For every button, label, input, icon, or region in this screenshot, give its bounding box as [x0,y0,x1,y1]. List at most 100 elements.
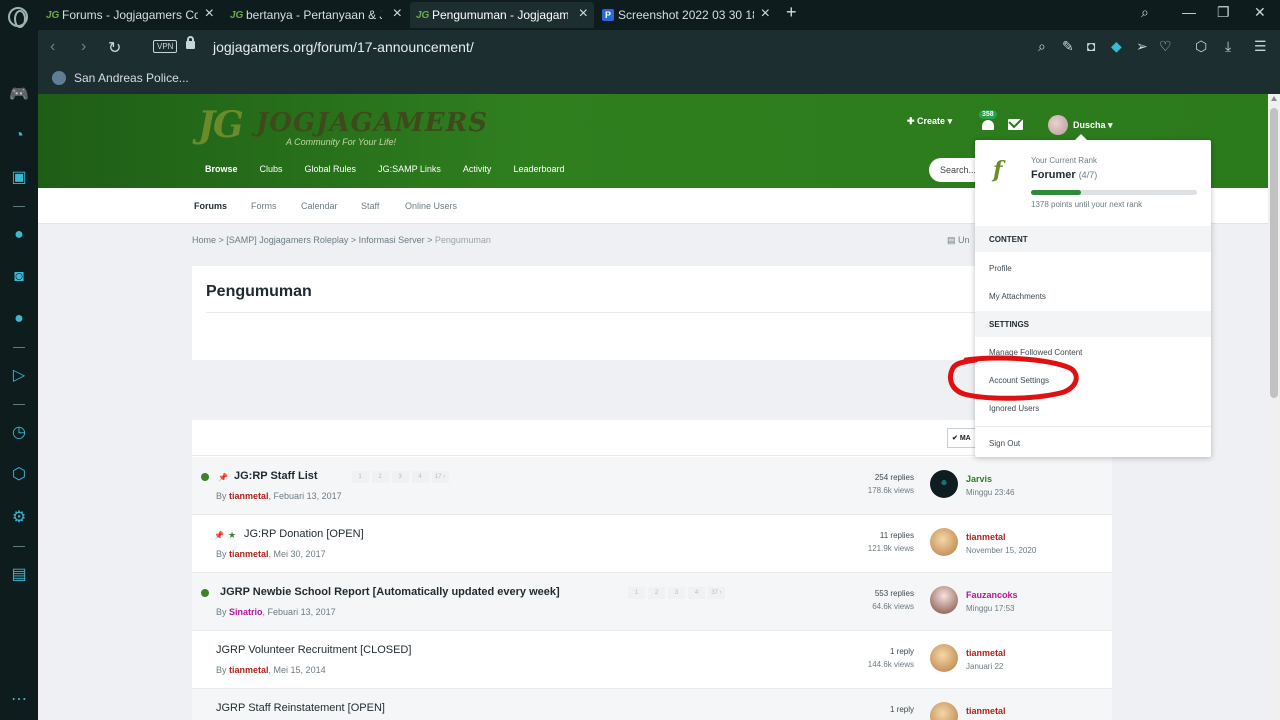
table-row[interactable]: JGRP Volunteer Recruitment [CLOSED] By ti… [192,631,1112,689]
table-row[interactable]: 📌 ★ JG:RP Donation [OPEN] By tianmetal, Mei… [192,515,1112,573]
tab-bertanya[interactable]: JG bertanya - Pertanyaan & Ja × [224,2,408,28]
last-poster-avatar[interactable] [930,470,958,498]
translate-icon[interactable]: ▤ [9,565,29,585]
page-link[interactable]: 1 [628,587,645,599]
topic-title[interactable]: JG:RP Staff List [234,470,318,482]
messages-envelope-icon[interactable] [1008,119,1023,130]
nav-browse[interactable]: Browse [194,156,249,186]
subnav-online-users[interactable]: Online Users [405,201,457,211]
page-link[interactable]: 2 [648,587,665,599]
menu-item-attachments[interactable]: My Attachments [989,292,1046,301]
subnav-calendar[interactable]: Calendar [301,201,338,211]
create-button[interactable]: ✚ Create ▾ [907,116,952,127]
table-row[interactable]: 📌 JG:RP Staff List By tianmetal, Febuari 1… [192,457,1112,515]
last-poster-name[interactable]: tianmetal [966,706,1006,716]
unread-link[interactable]: ▤ Un [947,235,970,246]
scrollbar-thumb[interactable] [1270,108,1278,398]
close-tab-icon[interactable]: × [393,5,402,23]
cube-icon[interactable]: ⬡ [1195,38,1207,55]
table-row[interactable]: JGRP Newbie School Report [Automatically… [192,573,1112,631]
back-icon[interactable]: ‹ [50,38,55,56]
subnav-staff[interactable]: Staff [361,201,379,211]
table-row[interactable]: JGRP Staff Reinstatement [OPEN] 1 reply ti… [192,689,1112,720]
topic-title[interactable]: JGRP Staff Reinstatement [OPEN] [216,702,385,714]
subnav-forums[interactable]: Forums [194,201,227,211]
user-avatar[interactable] [1048,115,1068,135]
extensions-cube-icon[interactable]: ⬡ [9,465,29,485]
topic-author[interactable]: tianmetal [229,491,269,501]
heart-icon[interactable]: ♡ [1159,38,1172,55]
mark-read-button[interactable]: ✔ MA [947,428,977,448]
download-icon[interactable]: ⤓ [1225,38,1231,55]
settings-gear-icon[interactable]: ⚙ [9,508,29,528]
last-poster-name[interactable]: tianmetal [966,532,1006,542]
page-link[interactable]: 3 [668,587,685,599]
player-icon[interactable]: ▷ [9,366,29,386]
nav-leaderboard[interactable]: Leaderboard [502,156,575,186]
history-icon[interactable]: ◷ [9,423,29,443]
last-poster-avatar[interactable] [930,528,958,556]
shopping-bag-icon[interactable]: ▣ [9,168,29,188]
url-field[interactable]: jogjagamers.org/forum/17-announcement/ [213,39,474,55]
search-tabs-icon[interactable]: ⌕ [1141,4,1149,21]
page-link[interactable]: 3 [391,471,409,483]
snapshot-icon[interactable]: ✎ [1062,38,1074,55]
last-poster-name[interactable]: tianmetal [966,648,1006,658]
nav-global-rules[interactable]: Global Rules [294,156,368,186]
send-icon[interactable]: ➢ [1136,38,1148,55]
shield-icon[interactable]: ◆ [1111,38,1122,55]
last-poster-avatar[interactable] [930,644,958,672]
opera-logo-icon[interactable] [8,7,28,28]
reload-icon[interactable]: ↻ [108,38,121,58]
page-link[interactable]: 4 [688,587,705,599]
topic-author[interactable]: tianmetal [229,665,269,675]
forward-icon[interactable]: › [81,38,86,56]
menu-item-ignored-users[interactable]: Ignored Users [989,404,1039,413]
notifications-bell-icon[interactable]: 358 [979,110,997,132]
tab-pengumuman[interactable]: JG Pengumuman - Jogjagamer × [410,2,594,28]
nav-jgsamp-links[interactable]: JG:SAMP Links [367,156,452,186]
more-icon[interactable]: ⋯ [9,690,29,710]
topic-author[interactable]: Sinatrio [229,607,263,617]
speedometer-icon[interactable]: ◔ [9,126,29,146]
tab-forums[interactable]: JG Forums - Jogjagamers Com × [40,2,220,28]
vpn-badge[interactable]: VPN [153,40,178,53]
nav-activity[interactable]: Activity [452,156,503,186]
lock-icon[interactable] [186,36,195,49]
instagram-icon[interactable]: ◙ [9,267,29,287]
topic-author[interactable]: tianmetal [229,549,269,559]
page-link[interactable]: 37 › [708,587,725,599]
gamepad-icon[interactable]: 🎮 [9,85,29,105]
topic-title[interactable]: JGRP Newbie School Report [Automatically… [220,586,560,598]
page-scrollbar[interactable] [1268,94,1280,720]
search-icon[interactable]: ⌕ [1038,38,1046,55]
menu-icon[interactable]: ☰ [1254,38,1267,55]
user-menu-toggle[interactable]: Duscha ▾ [1073,120,1113,131]
whatsapp-icon[interactable]: ● [9,225,29,245]
close-tab-icon[interactable]: × [579,5,588,23]
page-link[interactable]: 2 [371,471,389,483]
tab-screenshot[interactable]: P Screenshot 2022 03 30 183 × [596,2,776,28]
nav-clubs[interactable]: Clubs [249,156,294,186]
subnav-forms[interactable]: Forms [251,201,277,211]
page-link[interactable]: 1 [351,471,369,483]
close-tab-icon[interactable]: × [761,5,770,23]
maximize-icon[interactable]: ❐ [1217,4,1230,21]
last-poster-name[interactable]: Fauzancoks [966,590,1018,600]
menu-item-sign-out[interactable]: Sign Out [989,439,1020,448]
twitter-icon[interactable]: ● [9,309,29,329]
camera-icon[interactable]: ◘ [1087,38,1095,54]
last-poster-name[interactable]: Jarvis [966,474,992,484]
minimize-icon[interactable]: — [1182,4,1196,20]
page-link[interactable]: 17 › [431,471,449,483]
menu-item-profile[interactable]: Profile [989,264,1012,273]
last-poster-avatar[interactable] [930,586,958,614]
site-logo[interactable]: JG JOGJAGAMERS A Community For Your Life… [198,104,487,148]
close-window-icon[interactable]: ✕ [1254,4,1266,21]
topic-title[interactable]: JG:RP Donation [OPEN] [244,528,364,540]
topic-title[interactable]: JGRP Volunteer Recruitment [CLOSED] [216,644,411,656]
page-link[interactable]: 4 [411,471,429,483]
bookmark-san-andreas[interactable]: San Andreas Police... [74,71,189,85]
new-tab-icon[interactable]: + [786,2,797,23]
close-tab-icon[interactable]: × [205,5,214,23]
